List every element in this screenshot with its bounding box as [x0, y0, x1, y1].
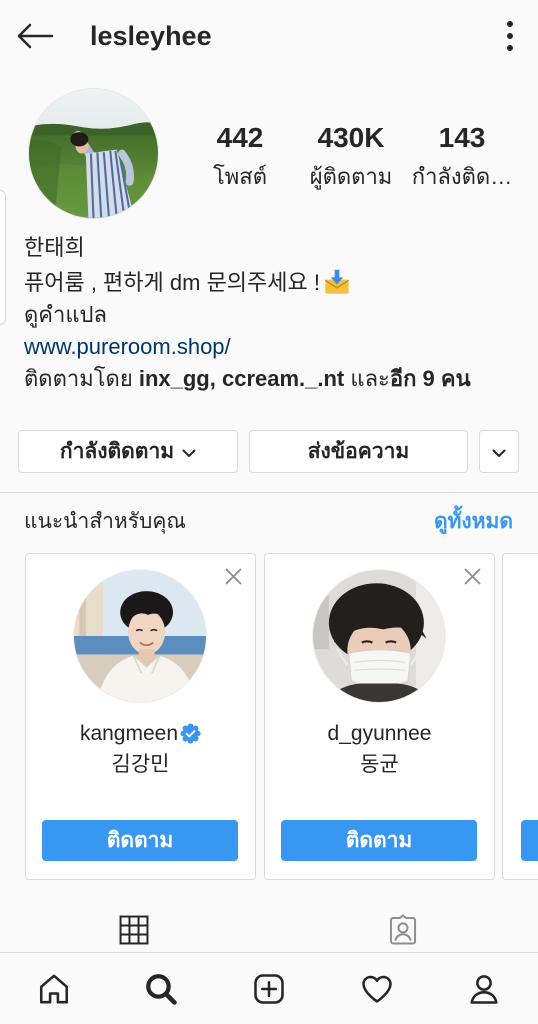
bio-name: 한태희 [24, 235, 85, 260]
follow-button-label: ติดตาม [345, 829, 413, 852]
tagged-icon [389, 914, 417, 945]
nav-search[interactable] [108, 953, 216, 1024]
follow-button[interactable]: ติดตาม [281, 820, 477, 861]
arrow-left-icon [17, 23, 54, 49]
profile-username: lesleyhee [90, 21, 212, 51]
more-options-button[interactable] [496, 16, 524, 56]
stat-following[interactable]: 143 กำลังติด… [402, 118, 522, 198]
suggestion-photo [313, 570, 445, 702]
stat-posts[interactable]: 442 โพสต์ [180, 118, 300, 198]
left-edge-panel [0, 190, 6, 325]
message-button[interactable]: ส่งข้อความ [249, 430, 468, 473]
close-icon [464, 568, 480, 584]
followed-by-conjunction: และ [350, 366, 390, 391]
suggestion-full-name: 김강민 [111, 753, 170, 776]
suggestion-username[interactable]: kangmeen [26, 719, 255, 749]
suggestion-avatar[interactable] [313, 570, 445, 702]
posts-count: 442 [216, 122, 264, 153]
section-divider [0, 492, 538, 493]
suggestion-username[interactable]: d_gyunnee [265, 719, 494, 749]
top-bar: lesleyhee [0, 0, 538, 72]
bio-text: 퓨어룸 , 편하게 dm 문의주세요 ! [24, 267, 351, 299]
dismiss-suggestion-button[interactable] [461, 565, 483, 587]
followed-by-others[interactable]: อีก 9 คน [390, 366, 471, 391]
following-count: 143 [438, 122, 486, 153]
suggestion-full-name: 동균 [360, 753, 399, 776]
suggestion-username-text: kangmeen [79, 722, 179, 745]
nav-profile[interactable] [430, 953, 538, 1024]
bottom-nav [0, 952, 538, 1024]
bio-text-content: 퓨어룸 , 편하게 dm 문의주세요 ! [24, 270, 320, 295]
website-link[interactable]: www.pureroom.shop/ [24, 331, 231, 363]
profile-avatar[interactable] [29, 89, 158, 218]
stat-followers[interactable]: 430K ผู้ติดตาม [291, 118, 411, 198]
add-icon [254, 973, 284, 1004]
message-button-label: ส่งข้อความ [307, 440, 410, 463]
grid-icon [119, 915, 149, 945]
suggestion-photo [74, 570, 206, 702]
chevron-down-icon [182, 440, 196, 464]
posts-label: โพสต์ [212, 164, 268, 189]
tab-grid[interactable] [115, 911, 153, 949]
suggested-toggle-button[interactable] [479, 430, 519, 473]
profile-photo [29, 89, 158, 218]
see-translation-link[interactable]: ดูคำแปล [24, 299, 107, 331]
followed-by[interactable]: ติดตามโดย inx_gg, ccream._.nt และอีก 9 ค… [24, 363, 471, 395]
following-button-label: กำลังติดตาม [59, 440, 175, 463]
search-icon [146, 973, 178, 1005]
envelope-with-arrow-icon [323, 268, 351, 296]
heart-icon [361, 975, 392, 1003]
see-all-link[interactable]: ดูทั้งหมด [434, 506, 513, 538]
suggestion-card: kangmeen 김강민 ติดตาม [25, 553, 256, 880]
nav-add[interactable] [215, 953, 323, 1024]
suggestion-avatar[interactable] [74, 570, 206, 702]
suggestion-card: d_gyunnee 동균 ติดตาม [264, 553, 495, 880]
profile-screen: lesleyhee 442 โพสต์ 430K ผู้ติดตาม 143 ก… [0, 0, 538, 1024]
tab-tagged[interactable] [384, 911, 422, 949]
suggestions-title: แนะนำสำหรับคุณ [24, 510, 186, 533]
home-icon [39, 974, 68, 1003]
following-button[interactable]: กำลังติดตาม [18, 430, 238, 473]
more-vertical-icon [507, 21, 513, 51]
back-button[interactable] [12, 18, 58, 54]
follow-button[interactable]: ติดตาม [42, 820, 238, 861]
nav-home[interactable] [0, 953, 108, 1024]
suggestion-username-text: d_gyunnee [327, 722, 432, 745]
followers-label: ผู้ติดตาม [309, 164, 393, 189]
verified-badge-icon [180, 723, 201, 744]
following-label: กำลังติด… [411, 164, 513, 189]
followed-by-names[interactable]: inx_gg, ccream._.nt [139, 366, 344, 391]
follow-button-label: ติดตาม [106, 829, 174, 852]
followers-count: 430K [317, 122, 385, 153]
suggestion-card-partial [502, 553, 538, 880]
follow-button[interactable] [521, 820, 538, 861]
profile-icon [470, 974, 498, 1004]
chevron-down-icon [492, 440, 506, 464]
close-icon [225, 568, 241, 584]
followed-by-prefix: ติดตามโดย [24, 366, 133, 391]
dismiss-suggestion-button[interactable] [222, 565, 244, 587]
nav-activity[interactable] [323, 953, 431, 1024]
